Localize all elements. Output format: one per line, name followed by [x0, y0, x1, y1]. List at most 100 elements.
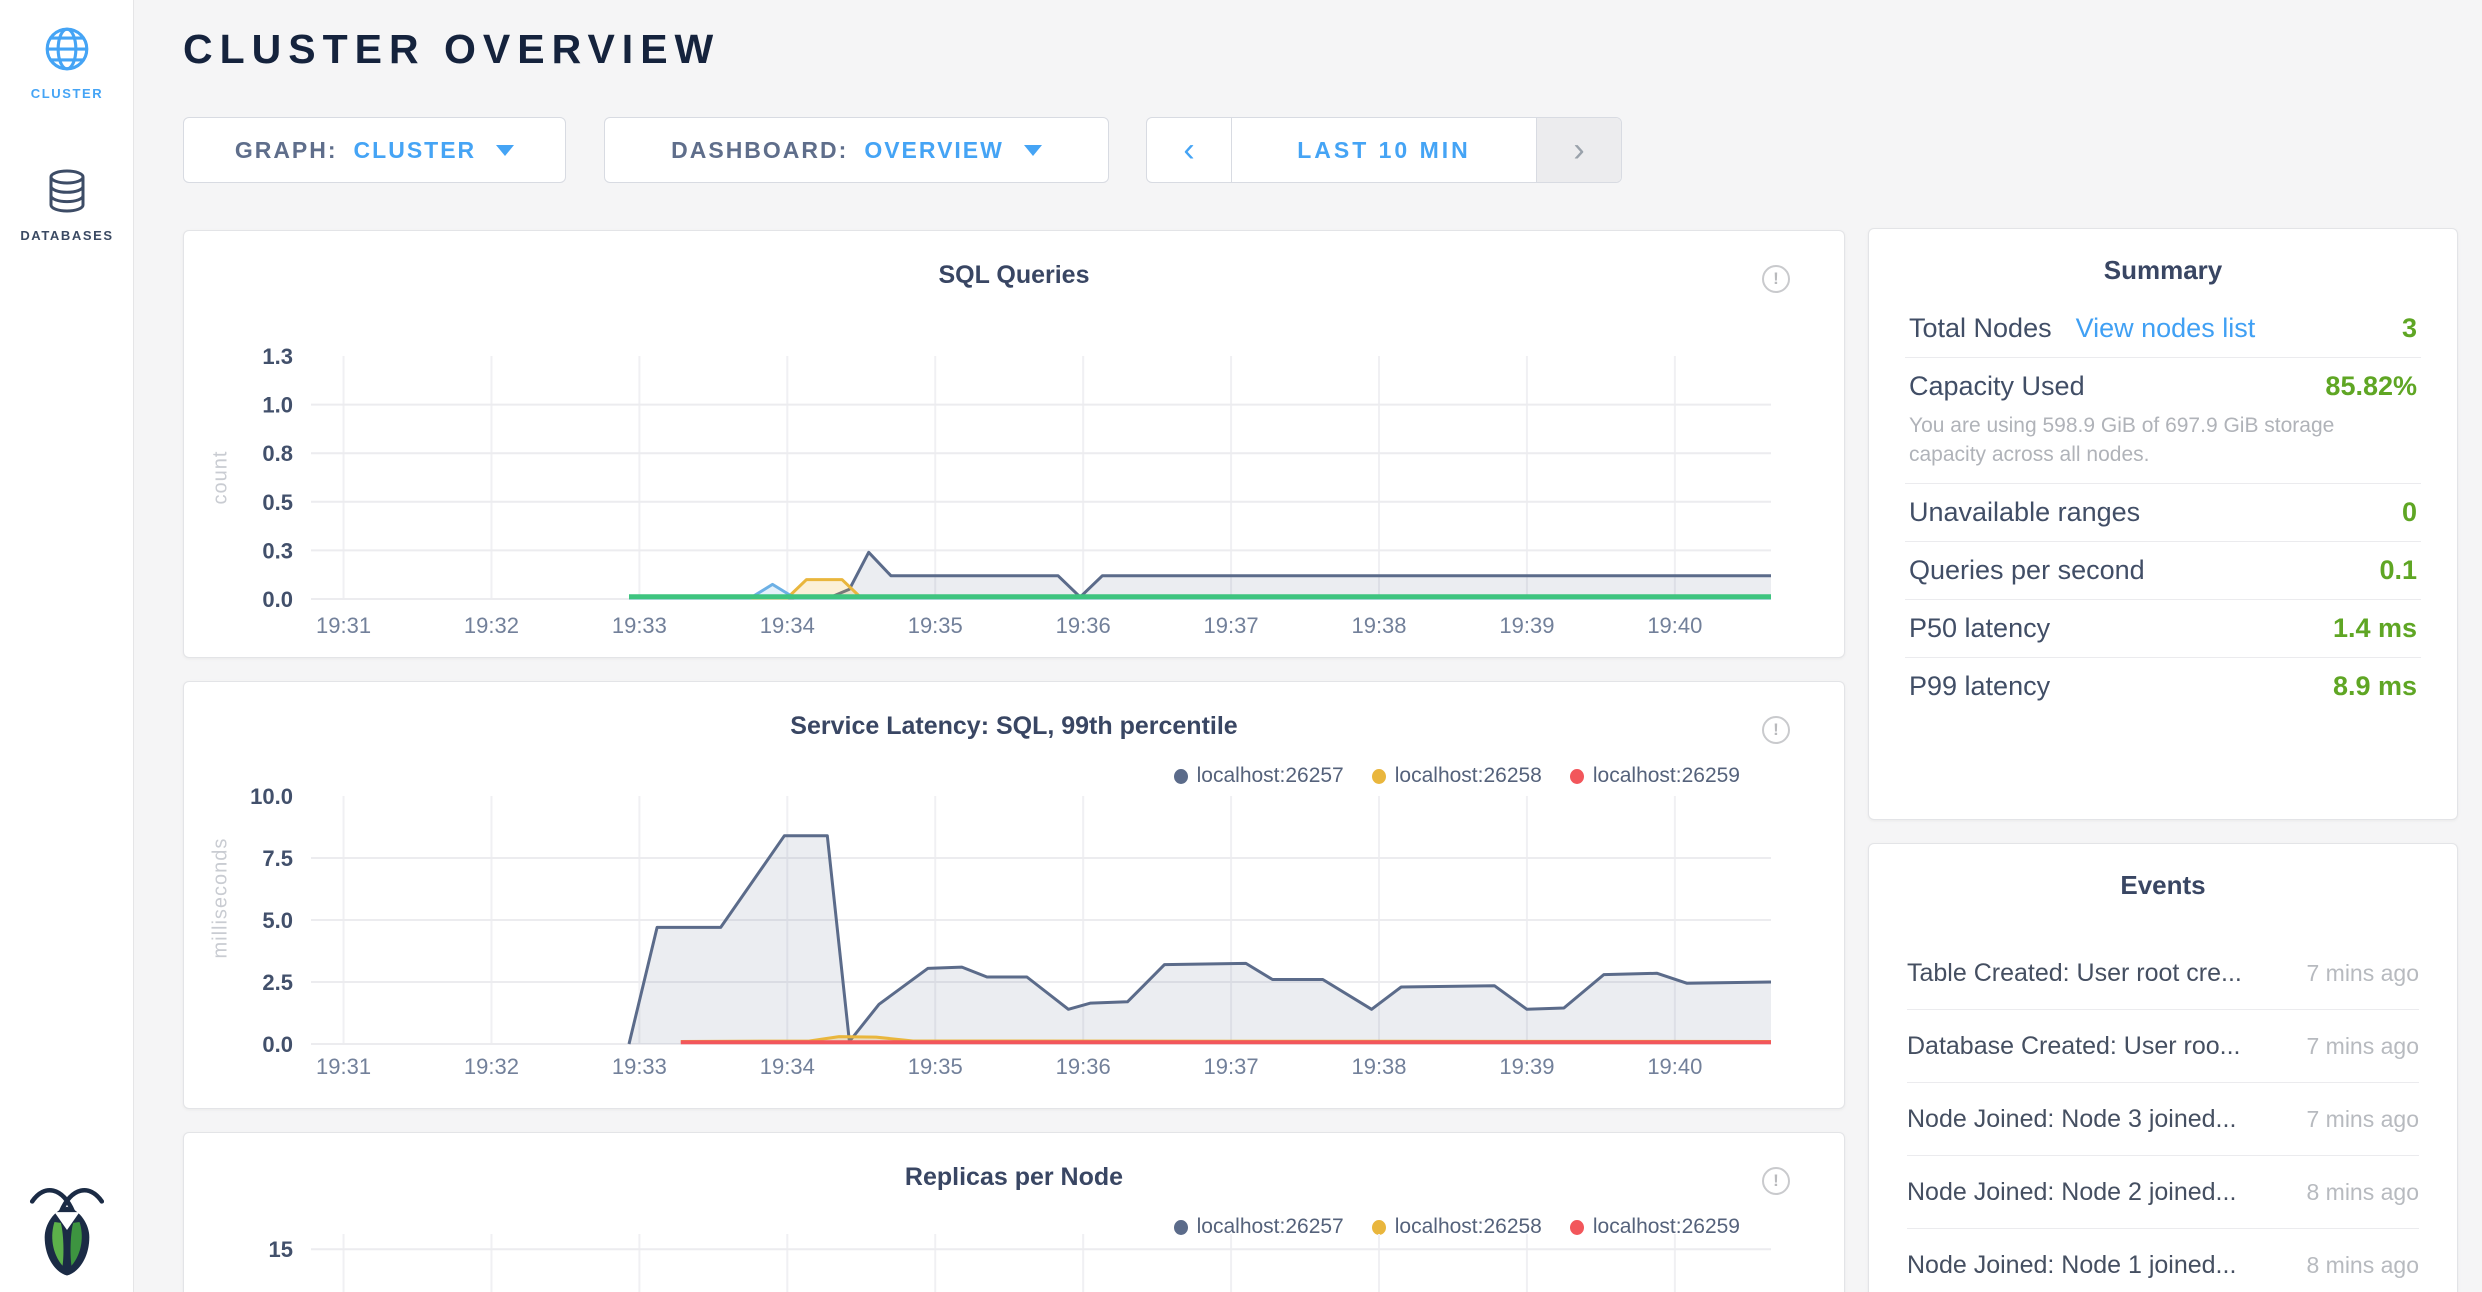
- events-list: Table Created: User root cre... 7 mins ag…: [1869, 937, 2457, 1292]
- chevron-left-icon: ‹: [1183, 131, 1194, 170]
- svg-text:19:37: 19:37: [1204, 1054, 1259, 1079]
- graph-dropdown[interactable]: GRAPH: CLUSTER: [183, 117, 566, 183]
- summary-row-value: 85.82%: [2325, 371, 2417, 402]
- page-title: CLUSTER OVERVIEW: [183, 26, 720, 73]
- event-time: 7 mins ago: [2306, 1106, 2419, 1133]
- summary-title: Summary: [1869, 255, 2457, 286]
- summary-row: Queries per second 0.1: [1905, 542, 2421, 600]
- time-range-selector: ‹ LAST 10 MIN ›: [1146, 117, 1622, 183]
- summary-row: Total Nodes View nodes list 3: [1905, 300, 2421, 358]
- summary-row-value: 0.1: [2379, 555, 2417, 586]
- svg-text:19:35: 19:35: [908, 1054, 963, 1079]
- events-panel: Events Table Created: User root cre... 7 …: [1868, 843, 2458, 1292]
- svg-text:10.0: 10.0: [250, 784, 293, 809]
- chart-title: Replicas per Node: [184, 1163, 1844, 1192]
- event-row[interactable]: Node Joined: Node 3 joined... 7 mins ago: [1907, 1083, 2419, 1156]
- summary-row: P99 latency8.9 ms: [1905, 658, 2421, 715]
- svg-text:19:36: 19:36: [1056, 1054, 1111, 1079]
- info-icon[interactable]: !: [1762, 716, 1790, 744]
- svg-text:1.0: 1.0: [262, 393, 293, 418]
- summary-row: Unavailable ranges 0: [1905, 484, 2421, 542]
- svg-text:19:39: 19:39: [1499, 613, 1554, 638]
- event-row[interactable]: Database Created: User roo...7 mins ago: [1907, 1010, 2419, 1083]
- sql-queries-chart: 19:31 19:32 19:33 19:34 19:35 19:36 19:37 19:38…: [184, 331, 1844, 658]
- summary-list: Total Nodes View nodes list 3 Capacity Used…: [1869, 300, 2457, 715]
- svg-text:19:33: 19:33: [612, 1054, 667, 1079]
- service-latency-card: Service Latency: SQL, 99th percentile ! …: [183, 681, 1845, 1109]
- summary-row-label: Total Nodes: [1909, 313, 2052, 344]
- summary-row-value: 1.4 ms: [2333, 613, 2417, 644]
- svg-text:19:38: 19:38: [1351, 613, 1406, 638]
- summary-row-label: Queries per second: [1909, 555, 2145, 586]
- event-time: 8 mins ago: [2306, 1252, 2419, 1279]
- summary-row-value: 3: [2402, 313, 2417, 344]
- replicas-per-node-card: Replicas per Node ! localhost:26257local…: [183, 1132, 1845, 1292]
- dashboard-dropdown[interactable]: DASHBOARD: OVERVIEW: [604, 117, 1109, 183]
- time-range-prev-button[interactable]: ‹: [1147, 118, 1232, 182]
- chart-title: Service Latency: SQL, 99th percentile: [184, 712, 1844, 741]
- svg-text:19:34: 19:34: [760, 613, 815, 638]
- svg-text:0.5: 0.5: [262, 490, 293, 515]
- sidebar: CLUSTER DATABASES: [0, 0, 134, 1292]
- svg-text:19:32: 19:32: [464, 613, 519, 638]
- sidebar-item-databases[interactable]: DATABASES: [0, 168, 134, 243]
- info-icon[interactable]: !: [1762, 265, 1790, 293]
- event-text: Table Created: User root cre...: [1907, 959, 2242, 988]
- event-row[interactable]: Node Joined: Node 1 joined... 8 mins ago: [1907, 1229, 2419, 1292]
- dashboard-dropdown-value: OVERVIEW: [864, 137, 1004, 164]
- svg-text:0.8: 0.8: [262, 441, 293, 466]
- chart-title: SQL Queries: [184, 261, 1844, 290]
- svg-text:5.0: 5.0: [262, 908, 293, 933]
- info-icon[interactable]: !: [1762, 1167, 1790, 1195]
- service-latency-chart: 19:31 19:32 19:33 19:34 19:35 19:36 19:37 19:38…: [184, 782, 1844, 1109]
- replicas-per-node-chart: 19:3119:3219:3319:3419:3519:3619:3719:38…: [184, 1233, 1844, 1292]
- database-icon: [43, 168, 91, 216]
- svg-text:19:40: 19:40: [1647, 613, 1702, 638]
- svg-text:19:31: 19:31: [316, 1054, 371, 1079]
- svg-text:19:31: 19:31: [316, 613, 371, 638]
- summary-panel: Summary Total Nodes View nodes list 3 Capac…: [1868, 228, 2458, 820]
- summary-row-value: 0: [2402, 497, 2417, 528]
- svg-text:19:37: 19:37: [1204, 613, 1259, 638]
- chevron-down-icon: [1024, 145, 1042, 156]
- view-nodes-list-link[interactable]: View nodes list: [2076, 313, 2256, 344]
- event-text: Node Joined: Node 1 joined...: [1907, 1251, 2236, 1280]
- time-range-next-button[interactable]: ›: [1536, 118, 1621, 182]
- svg-text:2.5: 2.5: [262, 970, 293, 995]
- cockroachdb-logo: [26, 1180, 108, 1280]
- sql-queries-card: SQL Queries ! count 19:3119:3219:3319:34…: [183, 230, 1845, 658]
- svg-text:19:36: 19:36: [1056, 613, 1111, 638]
- summary-row: Capacity Used85.82%You are using 598.9 G…: [1905, 358, 2421, 484]
- event-time: 7 mins ago: [2306, 1033, 2419, 1060]
- sidebar-item-cluster[interactable]: CLUSTER: [0, 24, 134, 101]
- chevron-right-icon: ›: [1573, 131, 1584, 170]
- svg-text:15: 15: [269, 1237, 293, 1262]
- svg-text:19:32: 19:32: [464, 1054, 519, 1079]
- svg-text:0.0: 0.0: [262, 587, 293, 612]
- svg-text:19:40: 19:40: [1647, 1054, 1702, 1079]
- summary-row-label: Unavailable ranges: [1909, 497, 2140, 528]
- chevron-down-icon: [496, 145, 514, 156]
- summary-row-label: P99 latency: [1909, 671, 2050, 702]
- event-row[interactable]: Node Joined: Node 2 joined...8 mins ago: [1907, 1156, 2419, 1229]
- svg-text:19:35: 19:35: [908, 613, 963, 638]
- svg-text:19:34: 19:34: [760, 1054, 815, 1079]
- graph-dropdown-value: CLUSTER: [354, 137, 477, 164]
- globe-icon: [42, 24, 92, 74]
- event-text: Node Joined: Node 2 joined...: [1907, 1178, 2236, 1207]
- time-range-value[interactable]: LAST 10 MIN: [1232, 118, 1536, 182]
- svg-text:7.5: 7.5: [262, 846, 293, 871]
- summary-row-subtext: You are using 598.9 GiB of 697.9 GiB sto…: [1909, 411, 2361, 470]
- svg-text:0.3: 0.3: [262, 538, 293, 563]
- cluster-overview-page: CLUSTER DATABASES: [0, 0, 2482, 1292]
- event-text: Node Joined: Node 3 joined...: [1907, 1105, 2236, 1134]
- summary-row: P50 latency 1.4 ms: [1905, 600, 2421, 658]
- svg-text:19:33: 19:33: [612, 613, 667, 638]
- svg-text:19:38: 19:38: [1351, 1054, 1406, 1079]
- events-title: Events: [1869, 870, 2457, 901]
- event-row[interactable]: Table Created: User root cre... 7 mins ag…: [1907, 937, 2419, 1010]
- event-time: 7 mins ago: [2306, 960, 2419, 987]
- sidebar-item-label: CLUSTER: [31, 86, 104, 101]
- svg-text:0.0: 0.0: [262, 1032, 293, 1057]
- summary-row-label: P50 latency: [1909, 613, 2050, 644]
